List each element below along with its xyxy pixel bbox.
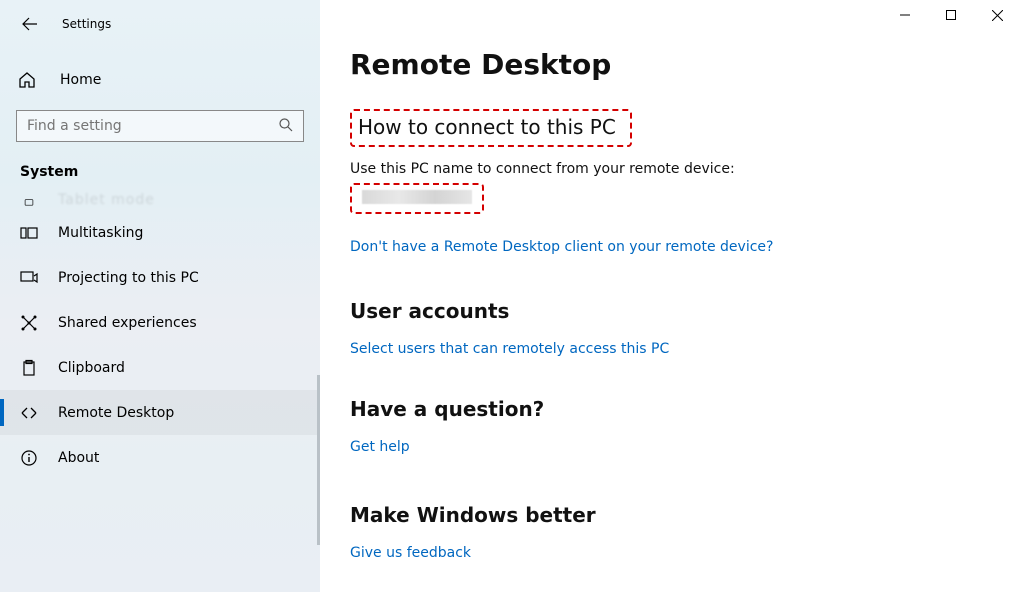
sidebar-item-about[interactable]: About <box>0 435 320 480</box>
sidebar-item-label: Multitasking <box>58 225 143 241</box>
search-icon <box>278 117 294 133</box>
remote-desktop-icon <box>18 404 40 422</box>
sidebar-item-label: Clipboard <box>58 360 125 376</box>
sidebar-item-multitasking[interactable]: Multitasking <box>0 210 320 255</box>
sidebar-item-remote-desktop[interactable]: Remote Desktop <box>0 390 320 435</box>
sidebar-item-label: Shared experiences <box>58 315 197 331</box>
shared-experiences-icon <box>18 314 40 332</box>
remote-client-link[interactable]: Don't have a Remote Desktop client on yo… <box>350 239 773 255</box>
minimize-button[interactable] <box>882 0 928 30</box>
pc-name-redacted <box>362 190 472 204</box>
sidebar-item-shared-experiences[interactable]: Shared experiences <box>0 300 320 345</box>
page-title: Remote Desktop <box>350 48 1020 81</box>
sidebar-item-tablet-mode[interactable]: Tablet mode <box>0 188 320 210</box>
settings-window: Settings Home System Tablet mode <box>0 0 1020 592</box>
close-button[interactable] <box>974 0 1020 30</box>
connect-heading: How to connect to this PC <box>358 115 616 139</box>
sidebar-item-label: Tablet mode <box>58 192 155 208</box>
home-icon <box>18 71 36 89</box>
sidebar-nav: Tablet mode Multitasking <box>0 188 320 480</box>
maximize-icon <box>946 10 956 20</box>
feedback-link[interactable]: Give us feedback <box>350 545 471 561</box>
sidebar-item-projecting[interactable]: Projecting to this PC <box>0 255 320 300</box>
sidebar-home-label: Home <box>60 72 101 88</box>
sidebar-item-label: About <box>58 450 99 466</box>
search-container <box>16 110 304 142</box>
about-icon <box>18 449 40 467</box>
clipboard-icon <box>18 359 40 377</box>
sidebar: Settings Home System Tablet mode <box>0 0 320 592</box>
sidebar-home[interactable]: Home <box>0 60 320 100</box>
sidebar-section-label: System <box>20 164 320 180</box>
maximize-button[interactable] <box>928 0 974 30</box>
feedback-heading: Make Windows better <box>350 503 1020 527</box>
back-button[interactable] <box>16 10 44 38</box>
window-title: Settings <box>62 17 111 31</box>
get-help-link[interactable]: Get help <box>350 439 410 455</box>
sidebar-item-label: Projecting to this PC <box>58 270 199 286</box>
titlebar: Settings <box>0 8 320 40</box>
close-icon <box>992 10 1003 21</box>
minimize-icon <box>900 10 910 20</box>
tablet-icon <box>18 198 40 208</box>
projecting-icon <box>18 269 40 287</box>
sidebar-item-clipboard[interactable]: Clipboard <box>0 345 320 390</box>
question-heading: Have a question? <box>350 397 1020 421</box>
back-arrow-icon <box>22 16 38 32</box>
user-accounts-heading: User accounts <box>350 299 1020 323</box>
search-input[interactable] <box>16 110 304 142</box>
connect-instruction: Use this PC name to connect from your re… <box>350 161 1020 177</box>
window-controls <box>882 0 1020 30</box>
main-content: Remote Desktop How to connect to this PC… <box>320 0 1020 592</box>
pc-name-highlight <box>350 183 484 214</box>
multitasking-icon <box>18 224 40 242</box>
connect-heading-highlight: How to connect to this PC <box>350 109 632 147</box>
select-users-link[interactable]: Select users that can remotely access th… <box>350 341 669 357</box>
sidebar-item-label: Remote Desktop <box>58 405 174 421</box>
